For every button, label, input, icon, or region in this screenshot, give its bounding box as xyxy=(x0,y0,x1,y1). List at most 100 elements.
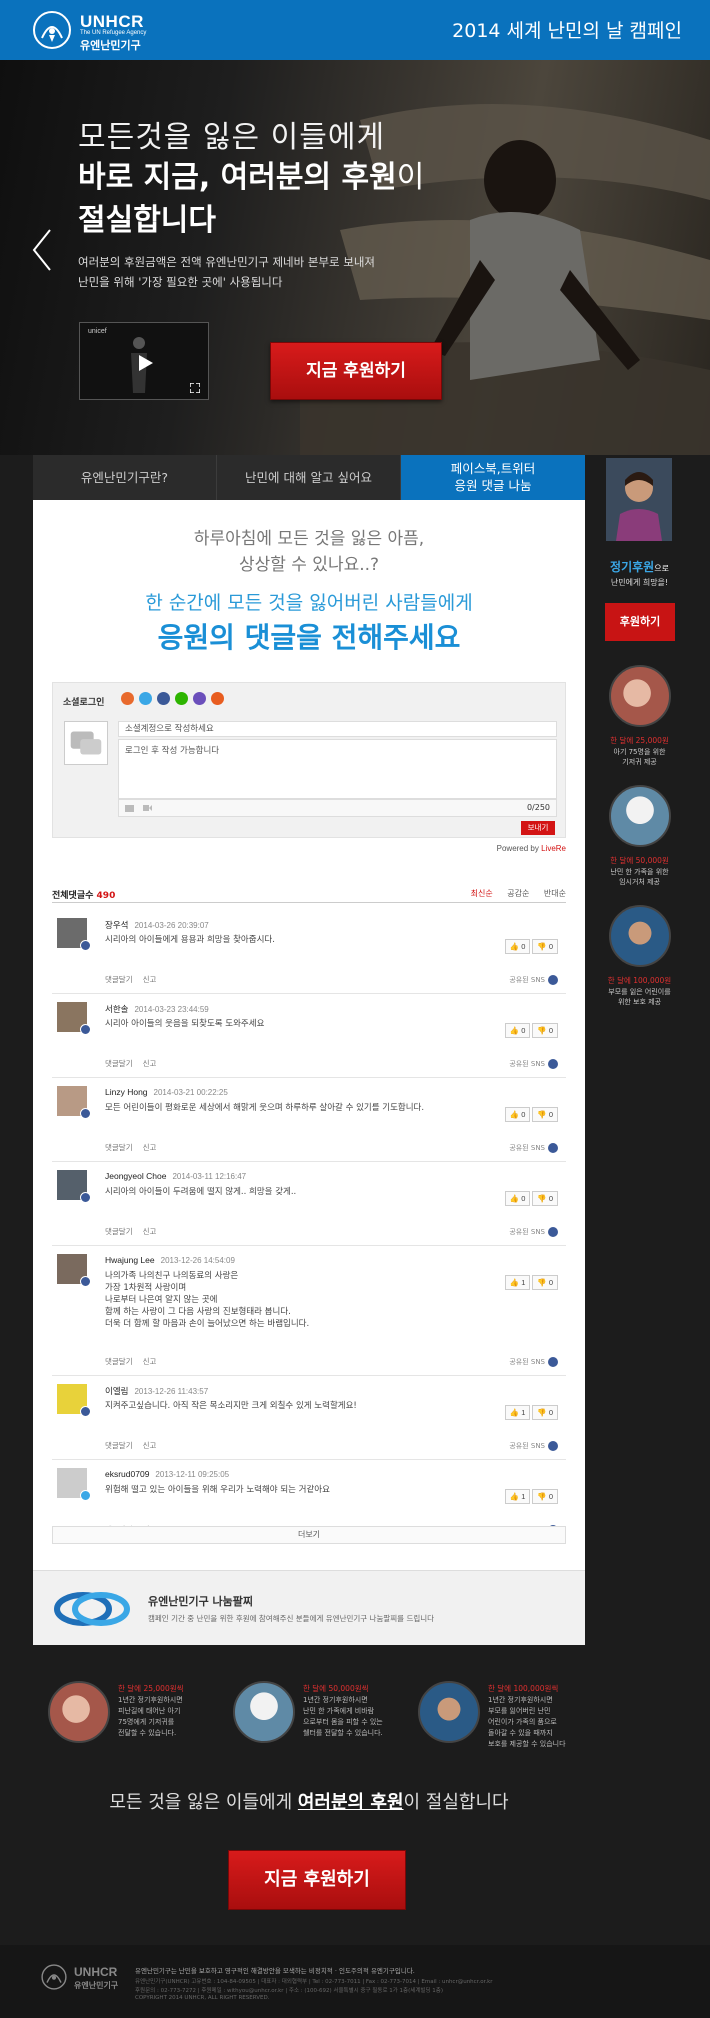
naver-login-icon[interactable] xyxy=(175,692,188,705)
sidebar-photo xyxy=(609,785,671,847)
report-link[interactable]: 신고 xyxy=(143,1441,157,1450)
sidebar: 정기후원으로 난민에게 희망을! 후원하기 한 달에 25,000원 아기 75명… xyxy=(597,455,682,1045)
dislike-button[interactable]: 👎 0 xyxy=(532,939,558,954)
sidebar-donate-button[interactable]: 후원하기 xyxy=(605,603,675,641)
kakao-login-icon[interactable] xyxy=(121,692,134,705)
footer-contact-info: 후원문의 : 02-773-7272 | 후원메일 : withyou@unhc… xyxy=(135,1988,443,1994)
dislike-button[interactable]: 👎 0 xyxy=(532,1191,558,1206)
tab-social-comments[interactable]: 페이스북,트위터 응원 댓글 나눔 xyxy=(401,455,585,500)
hero-headline-3: 절실합니다 xyxy=(78,203,216,238)
footer-logo-name: UNHCR xyxy=(74,1965,118,1979)
twitter-login-icon[interactable] xyxy=(139,692,152,705)
facebook-share-icon[interactable] xyxy=(548,1357,558,1367)
submit-comment-button[interactable]: 보내기 xyxy=(521,821,555,835)
comment-date: 2013-12-26 14:54:09 xyxy=(160,1256,235,1265)
comment-text: 시리아의 아이들에게 용용과 희망을 찾아줍시다. xyxy=(105,935,275,945)
facebook-share-icon[interactable] xyxy=(548,1227,558,1237)
unhcr-logo[interactable]: UNHCR The UN Refugee Agency 유엔난민기구 xyxy=(32,10,232,52)
comment-textarea[interactable]: 로그인 후 작성 가능합니다 xyxy=(118,739,557,799)
sort-latest[interactable]: 최신순 xyxy=(471,889,493,898)
sidebar-photo xyxy=(609,665,671,727)
me2day-login-icon[interactable] xyxy=(193,692,206,705)
sort-dislikes[interactable]: 반대순 xyxy=(544,889,566,898)
reply-link[interactable]: 댓글달기 xyxy=(105,1441,133,1450)
bracelet-description: 캠페인 기간 중 난민을 위한 후원에 참여해주신 분들에게 유엔난민기구 나눔… xyxy=(148,1614,435,1623)
hero-prev-arrow-icon[interactable] xyxy=(30,228,54,272)
report-link[interactable]: 신고 xyxy=(143,1357,157,1366)
top-bar: UNHCR The UN Refugee Agency 유엔난민기구 2014 … xyxy=(0,0,710,60)
facebook-login-icon[interactable] xyxy=(157,692,170,705)
tab-about-refugees[interactable]: 난민에 대해 알고 싶어요 xyxy=(217,455,401,500)
commenter-name: Jeongyeol Choe 2014-03-11 12:16:47 xyxy=(105,1171,246,1181)
comment-date: 2014-03-26 20:39:07 xyxy=(134,921,209,930)
load-more-button[interactable]: 더보기 xyxy=(52,1526,566,1544)
like-button[interactable]: 👍 1 xyxy=(504,1489,531,1504)
sort-options: 최신순 공감순 반대순 xyxy=(459,888,566,899)
donation-info-section: 한 달에 25,000원씩 1년간 정기후원하시면 피난길에 태어난 아기 75명… xyxy=(33,1645,585,1945)
reply-link[interactable]: 댓글달기 xyxy=(105,1143,133,1152)
comment-date: 2013-12-11 09:25:05 xyxy=(155,1470,230,1479)
footer-logo-korean: 유엔난민기구 xyxy=(74,1981,119,1990)
like-button[interactable]: 👍 0 xyxy=(504,1107,531,1122)
commenter-name-text: Linzy Hong xyxy=(105,1087,148,1097)
page: UNHCR The UN Refugee Agency 유엔난민기구 2014 … xyxy=(0,0,710,2018)
like-button[interactable]: 👍 1 xyxy=(504,1275,531,1290)
play-icon[interactable] xyxy=(135,353,155,373)
donation-description: 1년간 정기후원하시면 부모를 잃어버린 난민 어린이가 가족의 품으로 돌아갈… xyxy=(488,1696,566,1748)
comment-title-input[interactable]: 소셜계정으로 작성하세요 xyxy=(118,721,557,737)
bottom-slogan: 모든 것을 잃은 이들에게 여러분의 후원이 절실합니다 xyxy=(33,1788,585,1814)
tab-social-comments-line1: 페이스북,트위터 xyxy=(450,461,536,476)
powered-by-brand[interactable]: LiveRe xyxy=(541,844,566,853)
facebook-share-icon[interactable] xyxy=(548,1143,558,1153)
like-count: 0 xyxy=(521,1110,526,1119)
bottom-donate-button[interactable]: 지금 후원하기 xyxy=(228,1850,406,1910)
reply-link[interactable]: 댓글달기 xyxy=(105,1227,133,1236)
bracelet-icon xyxy=(54,1592,130,1626)
comment-actions: 댓글달기 신고 xyxy=(105,1226,166,1237)
video-player[interactable]: unicef xyxy=(79,322,209,400)
like-button[interactable]: 👍 0 xyxy=(504,939,531,954)
daum-login-icon[interactable] xyxy=(211,692,224,705)
report-link[interactable]: 신고 xyxy=(143,975,157,984)
dislike-button[interactable]: 👎 0 xyxy=(532,1107,558,1122)
slogan-post: 이 절실합니다 xyxy=(403,1792,509,1813)
facebook-share-icon[interactable] xyxy=(548,1441,558,1451)
camera-icon[interactable] xyxy=(125,804,134,812)
dislike-button[interactable]: 👎 0 xyxy=(532,1275,558,1290)
report-link[interactable]: 신고 xyxy=(143,1227,157,1236)
comment-votes: 👍 0 👎 0 xyxy=(503,934,558,954)
reply-link[interactable]: 댓글달기 xyxy=(105,975,133,984)
commenter-name-text: eksrud0709 xyxy=(105,1469,150,1479)
like-button[interactable]: 👍 0 xyxy=(504,1191,531,1206)
sidebar-portrait xyxy=(606,458,672,541)
video-icon[interactable] xyxy=(143,804,152,812)
intro-line-2: 상상할 수 있나요..? xyxy=(238,555,380,575)
dislike-button[interactable]: 👎 0 xyxy=(532,1405,558,1420)
dislike-button[interactable]: 👎 0 xyxy=(532,1489,558,1504)
dislike-button[interactable]: 👎 0 xyxy=(532,1023,558,1038)
sidebar-amount: 한 달에 50,000원 xyxy=(610,856,669,865)
facebook-share-icon[interactable] xyxy=(548,975,558,985)
facebook-badge-icon xyxy=(80,1024,91,1035)
campaign-title: 2014 세계 난민의 날 캠페인 xyxy=(452,20,682,42)
comment-item: 이엘림 2013-12-26 11:43:57 지켜주고싶습니다. 아직 작은 목소… xyxy=(52,1376,566,1460)
dislike-count: 0 xyxy=(548,1492,553,1501)
sort-likes[interactable]: 공감순 xyxy=(507,889,529,898)
total-comments-label: 전체댓글수 xyxy=(52,891,94,901)
fullscreen-icon[interactable] xyxy=(190,383,200,393)
reply-link[interactable]: 댓글달기 xyxy=(105,1059,133,1068)
shared-sns: 공유된 SNS xyxy=(509,975,558,985)
like-button[interactable]: 👍 0 xyxy=(504,1023,531,1038)
tab-about-unhcr[interactable]: 유엔난민기구란? xyxy=(33,455,217,500)
report-link[interactable]: 신고 xyxy=(143,1059,157,1068)
logo-name: UNHCR xyxy=(80,12,144,31)
character-count: 0/250 xyxy=(526,803,550,812)
comment-text: 지켜주고싶습니다. 아직 작은 목소리지만 크게 외칠수 있게 노력할게요! xyxy=(105,1401,357,1411)
reply-link[interactable]: 댓글달기 xyxy=(105,1357,133,1366)
commenter-name: 장우석 2014-03-26 20:39:07 xyxy=(105,919,209,931)
like-button[interactable]: 👍 1 xyxy=(504,1405,531,1420)
donate-now-button[interactable]: 지금 후원하기 xyxy=(270,342,442,400)
commenter-name: eksrud0709 2013-12-11 09:25:05 xyxy=(105,1469,229,1479)
report-link[interactable]: 신고 xyxy=(143,1143,157,1152)
facebook-share-icon[interactable] xyxy=(548,1059,558,1069)
